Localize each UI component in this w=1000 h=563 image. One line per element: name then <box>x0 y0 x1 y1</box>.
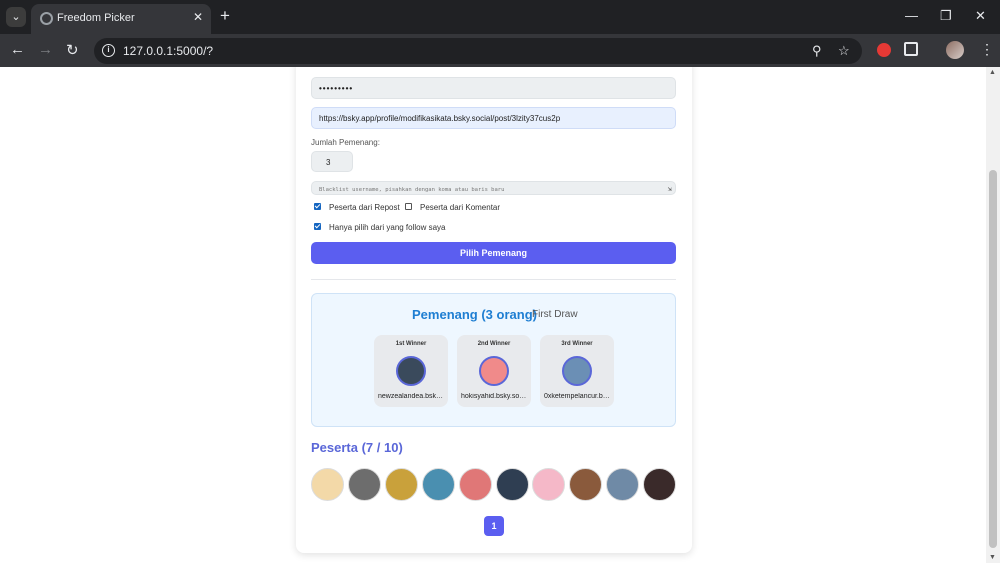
checkbox-followers-only[interactable]: Hanya pilih dari yang follow saya <box>314 223 446 232</box>
checkbox-label: Hanya pilih dari yang follow saya <box>329 223 446 232</box>
participant-avatar[interactable] <box>532 468 566 501</box>
info-icon[interactable]: i <box>102 44 115 57</box>
checkbox-repost[interactable]: Peserta dari Repost <box>314 203 400 212</box>
winner-name: hokisyahid.bsky.social <box>461 393 530 400</box>
winner-avatar <box>562 356 592 386</box>
bookmark-star-icon[interactable]: ☆ <box>838 43 850 59</box>
browser-toolbar: ← → ↻ i 127.0.0.1:5000/? ⚲ ☆ ⋮ <box>0 34 1000 67</box>
profile-avatar[interactable] <box>946 41 964 59</box>
checkbox-label: Peserta dari Komentar <box>420 203 501 212</box>
participant-avatar[interactable] <box>606 468 640 501</box>
restore-icon[interactable]: ❐ <box>940 8 952 24</box>
participant-avatar[interactable] <box>384 468 418 501</box>
address-bar[interactable]: i 127.0.0.1:5000/? ⚲ ☆ <box>94 38 862 64</box>
participant-avatar[interactable] <box>643 468 677 501</box>
winners-subtitle: First Draw <box>532 309 578 320</box>
back-arrow-icon[interactable]: ← <box>10 41 25 58</box>
url-text[interactable]: 127.0.0.1:5000/? <box>123 44 213 58</box>
participant-avatar[interactable] <box>311 468 344 501</box>
post-url-field[interactable]: https://bsky.app/profile/modifikasikata.… <box>311 107 676 129</box>
winner-avatar <box>479 356 509 386</box>
browser-tab[interactable]: Freedom Picker ✕ <box>31 4 211 34</box>
resize-handle-icon[interactable]: ⇲ <box>668 185 672 193</box>
new-tab-button[interactable]: + <box>220 6 230 26</box>
pick-winner-button[interactable]: Pilih Pemenang <box>311 242 676 264</box>
winner-card: 1st Winner newzealandea.bsky.social <box>374 335 448 407</box>
password-field[interactable]: ••••••••• <box>311 77 676 99</box>
scrollbar[interactable]: ▲ ▼ <box>986 67 1000 563</box>
participant-avatar[interactable] <box>569 468 603 501</box>
zoom-icon[interactable]: ⚲ <box>812 43 822 59</box>
minimize-icon[interactable]: — <box>905 8 918 23</box>
winner-rank: 3rd Winner <box>561 341 593 347</box>
checkbox-unchecked-icon[interactable] <box>405 203 412 211</box>
winners-title: Pemenang (3 orang) <box>412 307 537 322</box>
reload-icon[interactable]: ↻ <box>66 41 79 59</box>
winners-panel: Pemenang (3 orang) First Draw 1st Winner… <box>311 293 676 427</box>
checkbox-checked-icon[interactable] <box>314 203 321 211</box>
participant-avatar[interactable] <box>421 468 455 501</box>
winners-count-input[interactable]: 3 <box>311 151 353 172</box>
menu-kebab-icon[interactable]: ⋮ <box>980 41 994 58</box>
scroll-down-icon[interactable]: ▼ <box>989 554 996 561</box>
winners-count-label: Jumlah Pemenang: <box>311 138 380 147</box>
checkbox-checked-icon[interactable] <box>314 223 321 231</box>
participant-avatar[interactable] <box>458 468 492 501</box>
scroll-up-icon[interactable]: ▲ <box>989 69 996 76</box>
winner-name: 0xketempelancur.bsky.social <box>544 393 614 400</box>
blacklist-textarea[interactable]: Blacklist username, pisahkan dengan koma… <box>311 181 676 195</box>
winner-name: newzealandea.bsky.social <box>378 393 448 400</box>
winner-rank: 1st Winner <box>395 341 427 347</box>
pagination-page-button[interactable]: 1 <box>484 516 504 536</box>
tab-search-button[interactable]: ⌄ <box>6 7 26 27</box>
participant-avatar[interactable] <box>495 468 529 501</box>
participants-title: Peserta (7 / 10) <box>311 440 403 455</box>
picker-card: ••••••••• https://bsky.app/profile/modif… <box>296 67 692 553</box>
extension-icon[interactable] <box>877 43 891 57</box>
forward-arrow-icon[interactable]: → <box>38 41 53 58</box>
scrollbar-thumb[interactable] <box>989 170 997 548</box>
window-close-icon[interactable]: ✕ <box>975 8 986 24</box>
winner-rank: 2nd Winner <box>477 341 511 347</box>
tab-title: Freedom Picker <box>57 12 135 24</box>
blacklist-placeholder: Blacklist username, pisahkan dengan koma… <box>319 187 505 193</box>
checkbox-comments[interactable]: Peserta dari Komentar <box>405 203 500 212</box>
participant-avatar[interactable] <box>347 468 381 501</box>
extensions-puzzle-icon[interactable] <box>904 42 918 56</box>
winner-avatar <box>396 356 426 386</box>
divider <box>311 279 676 280</box>
globe-icon <box>40 12 53 25</box>
winner-card: 2nd Winner hokisyahid.bsky.social <box>457 335 531 407</box>
browser-tab-bar: ⌄ Freedom Picker ✕ + — ❐ ✕ <box>0 0 1000 34</box>
close-icon[interactable]: ✕ <box>193 10 203 24</box>
winner-card: 3rd Winner 0xketempelancur.bsky.social <box>540 335 614 407</box>
page-viewport: ••••••••• https://bsky.app/profile/modif… <box>0 67 1000 563</box>
checkbox-label: Peserta dari Repost <box>329 203 400 212</box>
